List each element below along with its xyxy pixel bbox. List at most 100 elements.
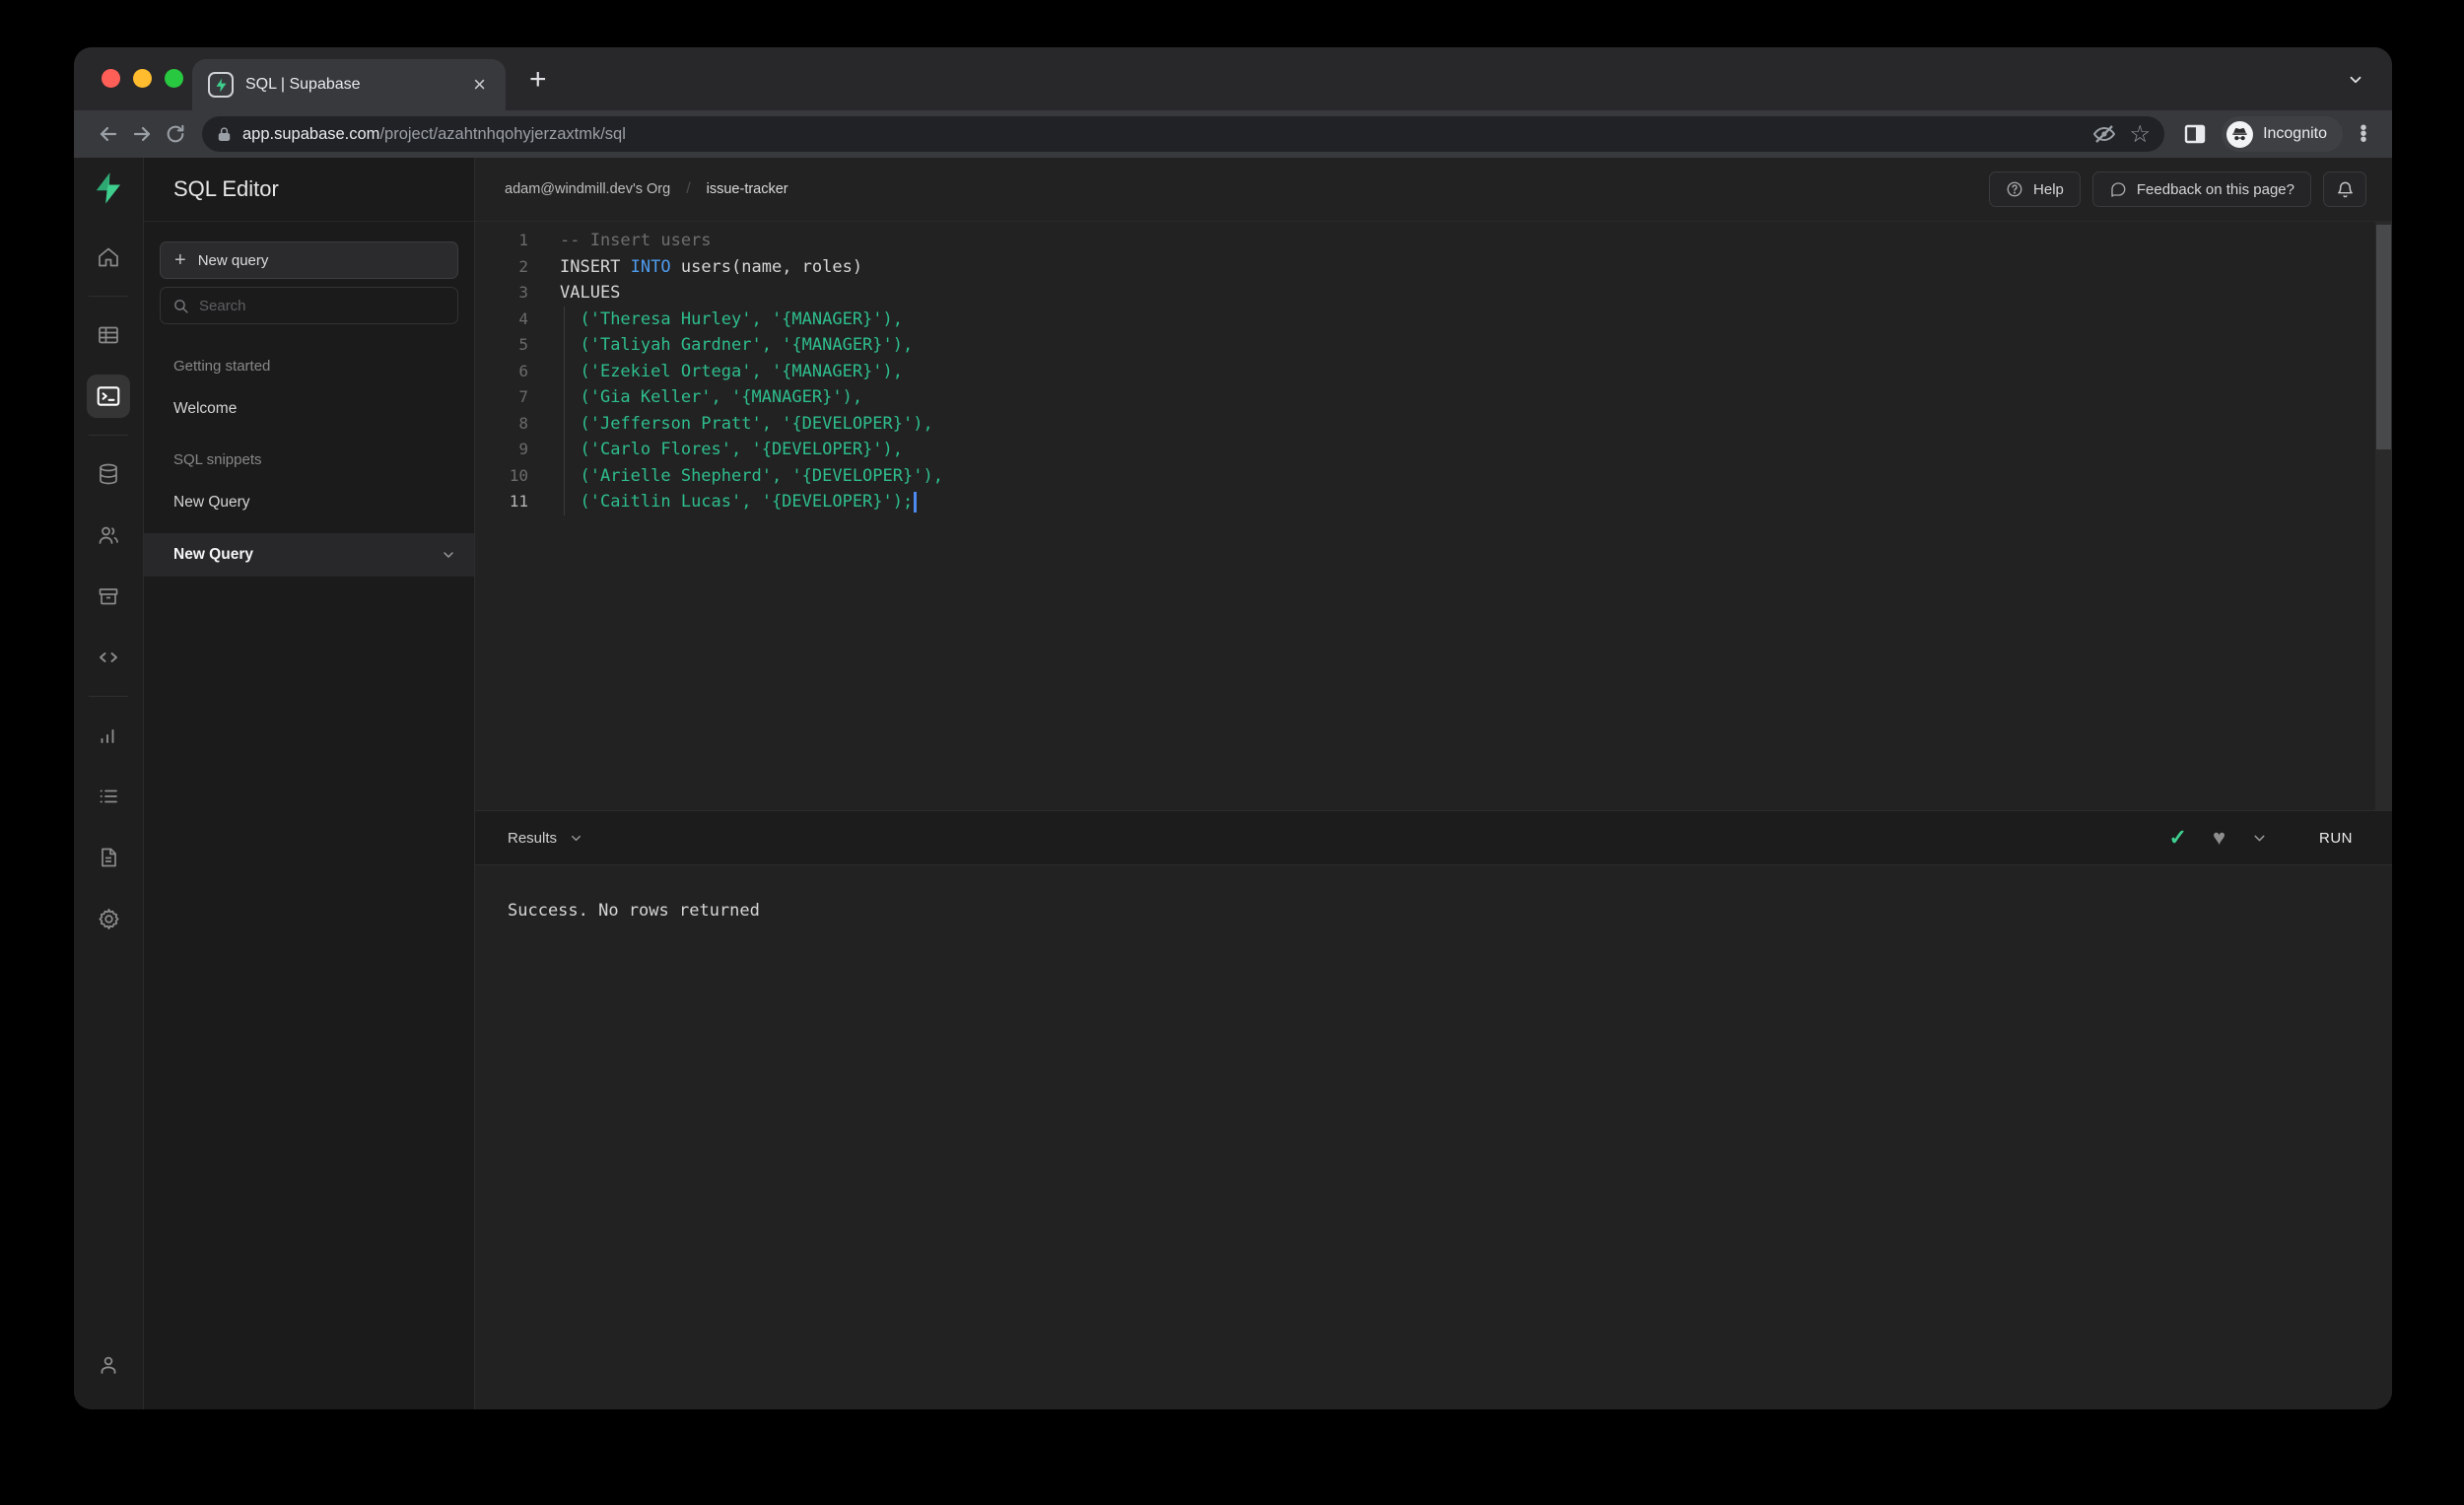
sidebar-item-welcome[interactable]: Welcome [144,400,474,418]
success-check-icon: ✓ [2168,825,2187,850]
storage-icon[interactable] [87,575,130,618]
zoom-window-button[interactable] [165,69,183,88]
breadcrumb: adam@windmill.dev's Org / issue-tracker [505,180,788,198]
favorite-heart-icon[interactable]: ♥ [2213,825,2225,851]
code-lines: 1 -- Insert users 2 INSERT INTO users(name,… [475,222,2392,515]
run-button[interactable]: RUN [2309,824,2362,853]
line-number: 2 [518,256,528,276]
help-button[interactable]: Help [1989,171,2081,207]
account-icon[interactable] [87,1343,130,1387]
help-question-icon [2006,180,2023,198]
tab-close-icon[interactable]: × [469,72,490,98]
editor-scrollbar[interactable] [2375,222,2392,810]
browser-tab[interactable]: SQL | Supabase × [192,59,506,110]
results-dropdown[interactable]: Results [508,830,583,847]
tab-search-chevron-icon[interactable] [2347,71,2364,89]
close-window-button[interactable] [102,69,120,88]
results-chevron-icon [569,831,583,846]
chevron-down-icon[interactable] [441,547,456,563]
code-line[interactable]: 9 ('Carlo Flores', '{DEVELOPER}'), [475,437,2392,463]
scrollbar-thumb[interactable] [2376,225,2391,449]
window-controls [102,69,183,88]
supabase-logo-icon[interactable] [92,171,125,205]
settings-gear-icon[interactable] [87,897,130,940]
main-header: adam@windmill.dev's Org / issue-tracker … [475,158,2392,222]
incognito-icon [2226,120,2254,148]
plus-icon: + [174,248,186,271]
selected-query-label: New Query [173,546,253,563]
reports-icon[interactable] [87,714,130,757]
line-number: 3 [518,283,528,302]
back-icon[interactable] [92,117,125,151]
code-line[interactable]: 11 ('Caitlin Lucas', '{DEVELOPER}'); [475,489,2392,515]
help-button-label: Help [2033,180,2064,198]
sql-editor-sidebar: SQL Editor + New query Getting started [144,158,475,1409]
sql-code-editor[interactable]: 1 -- Insert users 2 INSERT INTO users(name,… [475,222,2392,810]
forward-icon[interactable] [125,117,159,151]
incognito-badge[interactable]: Incognito [2222,116,2343,152]
line-number: 11 [509,492,528,511]
breadcrumb-project[interactable]: issue-tracker [707,181,788,197]
line-number: 7 [518,387,528,406]
feedback-button[interactable]: Feedback on this page? [2091,171,2311,207]
address-bar[interactable]: app.supabase.com/project/azahtnhqohyjerz… [202,116,2165,152]
breadcrumb-org[interactable]: adam@windmill.dev's Org [505,181,670,197]
url-host: app.supabase.com [242,124,380,143]
code-line[interactable]: 8 ('Jefferson Pratt', '{DEVELOPER}'), [475,411,2392,438]
sidebar-header: SQL Editor [144,158,474,222]
url-path: /project/azahtnhqohyjerzaxtmk/sql [379,124,626,143]
logs-icon[interactable] [87,775,130,818]
results-bar: Results ✓ ♥ RUN [475,810,2392,865]
database-icon[interactable] [87,452,130,496]
code-line[interactable]: 3 VALUES [475,280,2392,307]
code-line[interactable]: 6 ('Ezekiel Ortega', '{MANAGER}'), [475,359,2392,385]
side-panel-icon[interactable] [2178,117,2212,151]
line-number: 5 [518,335,528,354]
bookmark-star-icon[interactable]: ☆ [2130,120,2152,149]
line-number: 10 [509,465,528,485]
home-icon[interactable] [87,236,130,279]
browser-window: SQL | Supabase × + app.supabase.com/proj… [74,47,2392,1409]
sidebar-item-new-query-selected[interactable]: New Query [144,533,474,577]
password-eye-off-icon[interactable] [2092,122,2116,146]
rail-divider [89,696,128,697]
code-line[interactable]: 1 -- Insert users [475,228,2392,254]
main-panel: adam@windmill.dev's Org / issue-tracker … [475,158,2392,1409]
notifications-bell-button[interactable] [2323,171,2366,207]
edge-functions-icon[interactable] [87,636,130,679]
code-line[interactable]: 5 ('Taliyah Gardner', '{MANAGER}'), [475,332,2392,359]
code-line[interactable]: 4 ('Theresa Hurley', '{MANAGER}'), [475,307,2392,333]
browser-toolbar: app.supabase.com/project/azahtnhqohyjerz… [74,110,2392,158]
section-label-sql-snippets: SQL snippets [173,451,262,468]
new-tab-button[interactable]: + [529,65,547,95]
rail-divider [89,296,128,297]
breadcrumb-separator: / [686,180,691,197]
sidebar-item-new-query[interactable]: New Query [144,494,474,512]
code-line[interactable]: 10 ('Arielle Shepherd', '{DEVELOPER}'), [475,463,2392,490]
table-editor-icon[interactable] [87,313,130,357]
rail-divider [89,435,128,436]
line-number: 6 [518,361,528,380]
supabase-favicon-icon [208,72,234,98]
run-options-chevron-icon[interactable] [2251,830,2268,847]
api-docs-icon[interactable] [87,836,130,879]
auth-users-icon[interactable] [87,513,130,557]
incognito-label: Incognito [2263,125,2327,142]
tab-title: SQL | Supabase [245,76,361,93]
code-line[interactable]: 2 INSERT INTO users(name, roles) [475,254,2392,281]
reload-icon[interactable] [159,117,192,151]
results-label: Results [508,829,558,847]
feedback-button-label: Feedback on this page? [2136,180,2294,198]
text-cursor [914,491,917,513]
search-input[interactable] [199,297,445,314]
browser-menu-icon[interactable]: • • • [2353,118,2374,150]
minimize-window-button[interactable] [133,69,152,88]
supabase-app: SQL Editor + New query Getting started [74,158,2392,1409]
search-box[interactable] [160,287,458,324]
page-title: SQL Editor [173,176,279,201]
url-text[interactable]: app.supabase.com/project/azahtnhqohyjerz… [242,125,2092,144]
code-line[interactable]: 7 ('Gia Keller', '{MANAGER}'), [475,384,2392,411]
sql-editor-icon[interactable] [87,375,130,418]
nav-rail [74,158,144,1409]
new-query-button[interactable]: + New query [160,241,458,279]
